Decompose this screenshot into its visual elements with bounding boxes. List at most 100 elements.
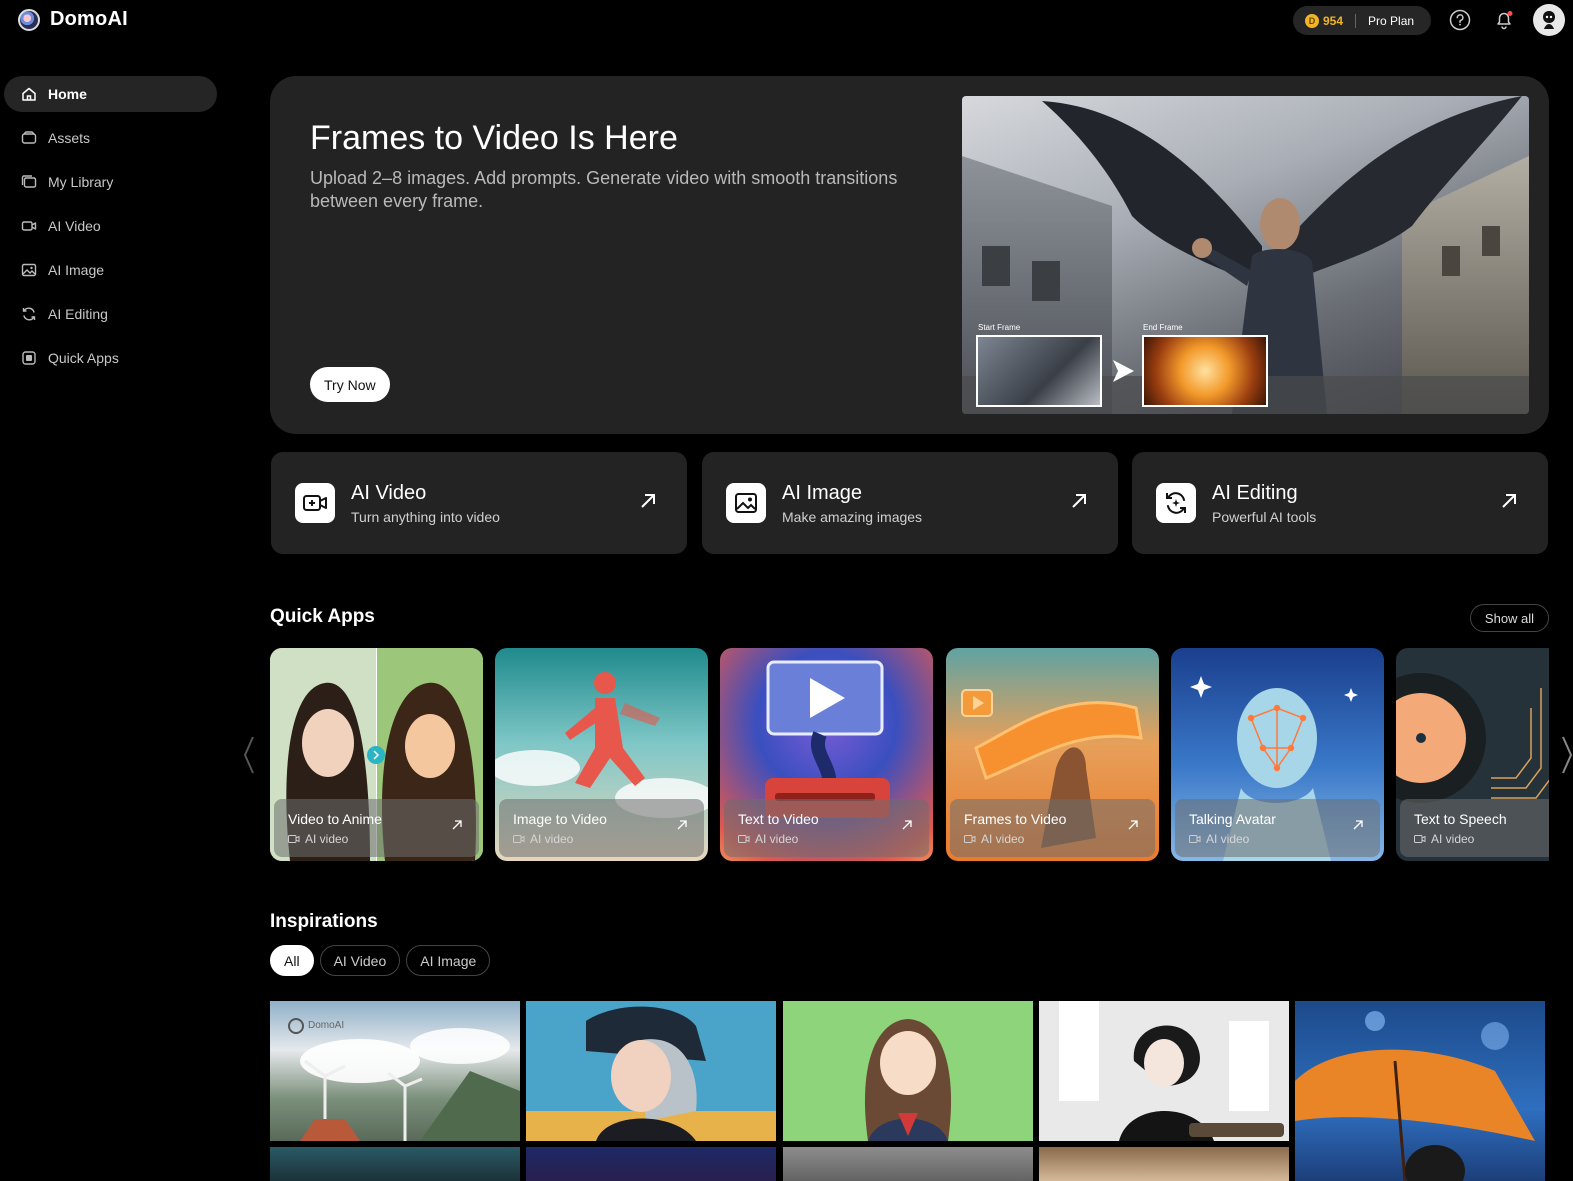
feature-card-ai-video[interactable]: AI Video Turn anything into video <box>271 452 687 554</box>
carousel-next-icon[interactable] <box>1560 735 1573 775</box>
quick-app-name: Frames to Video <box>964 811 1067 827</box>
video-camera-icon <box>295 483 335 523</box>
quick-apps-title: Quick Apps <box>270 606 375 627</box>
filter-chip-all[interactable]: All <box>270 945 314 976</box>
quick-app-type: AI video <box>1414 832 1474 846</box>
inspiration-thumbnail <box>526 1006 776 1141</box>
sidebar-item-my-library[interactable]: My Library <box>4 164 217 200</box>
inspiration-card[interactable] <box>1295 1001 1545 1181</box>
sidebar-item-label: Quick Apps <box>48 350 119 366</box>
quick-app-type: AI video <box>738 832 798 846</box>
inspiration-card[interactable]: DomoAI <box>270 1001 520 1141</box>
sidebar-item-label: AI Image <box>48 262 105 278</box>
hero-subtitle: Upload 2–8 images. Add prompts. Generate… <box>310 168 898 211</box>
feature-subtitle: Make amazing images <box>782 509 923 525</box>
quick-app-type: AI video <box>513 832 573 846</box>
inspiration-card[interactable] <box>526 1147 776 1181</box>
video-small-icon <box>1189 835 1201 843</box>
feature-title: AI Video <box>351 482 427 504</box>
feature-title: AI Editing <box>1212 482 1298 504</box>
quick-app-card-talking-avatar[interactable]: Talking Avatar AI video <box>1171 648 1384 861</box>
quick-app-card-text-to-speech[interactable]: Text to Speech AI video <box>1396 648 1549 861</box>
arrow-up-right-icon <box>1072 494 1086 508</box>
inspiration-card[interactable] <box>270 1147 520 1181</box>
image-icon <box>726 483 766 523</box>
filter-chip-ai-video[interactable]: AI Video <box>319 945 401 976</box>
try-now-button[interactable]: Try Now <box>310 367 390 402</box>
library-icon <box>21 174 37 190</box>
coin-icon: D <box>1305 13 1319 28</box>
arrow-up-right-icon <box>677 820 687 830</box>
sidebar-item-label: AI Editing <box>48 306 108 322</box>
filter-chip-ai-image[interactable]: AI Image <box>406 945 491 976</box>
arrow-up-right-icon <box>641 494 655 508</box>
sidebar-item-ai-editing[interactable]: AI Editing <box>4 296 217 332</box>
play-arrow-icon <box>1113 360 1134 382</box>
logo-icon <box>18 8 40 31</box>
top-bar: DomoAI D 954 Pro Plan <box>0 0 1573 42</box>
quick-app-type: AI video <box>964 832 1024 846</box>
home-icon <box>21 86 37 102</box>
quick-app-name: Image to Video <box>513 811 607 827</box>
sidebar-item-ai-video[interactable]: AI Video <box>4 208 217 244</box>
quick-app-type: AI video <box>288 832 348 846</box>
logo[interactable]: DomoAI <box>18 8 128 31</box>
user-avatar[interactable] <box>1533 4 1565 36</box>
show-all-button[interactable]: Show all <box>1470 604 1549 632</box>
editing-icon <box>21 306 37 322</box>
sidebar-item-home[interactable]: Home <box>4 76 217 112</box>
quick-app-name: Talking Avatar <box>1189 811 1276 827</box>
feature-card-ai-editing[interactable]: AI Editing Powerful AI tools <box>1132 452 1548 554</box>
quick-app-caption: Image to Video AI video <box>499 799 704 857</box>
quick-app-card-video-to-anime[interactable]: Video to Anime AI video <box>270 648 483 861</box>
inspiration-card[interactable] <box>783 1001 1033 1141</box>
quick-app-card-image-to-video[interactable]: Image to Video AI video <box>495 648 708 861</box>
hero-title: Frames to Video Is Here <box>310 119 678 157</box>
start-frame-thumbnail <box>976 335 1102 407</box>
start-frame-label: Start Frame <box>978 323 1021 332</box>
inspiration-card[interactable] <box>783 1147 1033 1181</box>
sidebar: Home Assets My Library AI Video AI Image… <box>4 76 217 384</box>
quick-app-caption: Frames to Video AI video <box>950 799 1155 857</box>
help-icon[interactable] <box>1449 9 1471 31</box>
credit-count: 954 <box>1323 13 1344 28</box>
video-small-icon <box>513 835 525 843</box>
quick-app-name: Text to Speech <box>1414 811 1507 827</box>
quick-apps-carousel: Video to Anime AI video Image to Video A… <box>270 648 1549 861</box>
inspiration-card[interactable] <box>526 1001 776 1141</box>
sidebar-item-assets[interactable]: Assets <box>4 120 217 156</box>
inspirations-title: Inspirations <box>270 911 378 932</box>
arrow-up-right-icon <box>1502 494 1516 508</box>
sidebar-item-ai-image[interactable]: AI Image <box>4 252 217 288</box>
sidebar-item-label: Home <box>48 86 87 102</box>
sidebar-item-quick-apps[interactable]: Quick Apps <box>4 340 217 376</box>
quick-app-card-frames-to-video[interactable]: Frames to Video AI video <box>946 648 1159 861</box>
credits-badge[interactable]: D 954 Pro Plan <box>1293 6 1431 35</box>
video-small-icon <box>1414 835 1426 843</box>
video-small-icon <box>738 835 750 843</box>
notification-bell-icon[interactable] <box>1493 9 1515 31</box>
feature-subtitle: Turn anything into video <box>351 509 500 525</box>
quick-app-caption: Video to Anime AI video <box>274 799 479 857</box>
arrow-up-right-icon <box>902 820 912 830</box>
video-small-icon <box>288 835 300 843</box>
arrow-up-right-icon <box>452 820 462 830</box>
watermark: DomoAI <box>308 1020 345 1031</box>
quick-app-caption: Text to Speech AI video <box>1400 799 1549 857</box>
hero-image: Start Frame End Frame <box>962 96 1529 414</box>
carousel-prev-icon[interactable] <box>242 735 256 775</box>
feature-title: AI Image <box>782 482 863 504</box>
arrow-up-right-icon <box>1353 820 1363 830</box>
end-frame-thumbnail <box>1142 335 1268 407</box>
quick-app-caption: Text to Video AI video <box>724 799 929 857</box>
quick-app-card-text-to-video[interactable]: Text to Video AI video <box>720 648 933 861</box>
sidebar-item-label: My Library <box>48 174 114 190</box>
quick-app-caption: Talking Avatar AI video <box>1175 799 1380 857</box>
sidebar-item-label: Assets <box>48 130 91 146</box>
feature-card-ai-image[interactable]: AI Image Make amazing images <box>702 452 1118 554</box>
inspiration-card[interactable] <box>1039 1147 1289 1181</box>
assets-icon <box>21 130 37 146</box>
sidebar-item-label: AI Video <box>48 218 101 234</box>
editing-icon <box>1156 483 1196 523</box>
inspiration-card[interactable] <box>1039 1001 1289 1141</box>
